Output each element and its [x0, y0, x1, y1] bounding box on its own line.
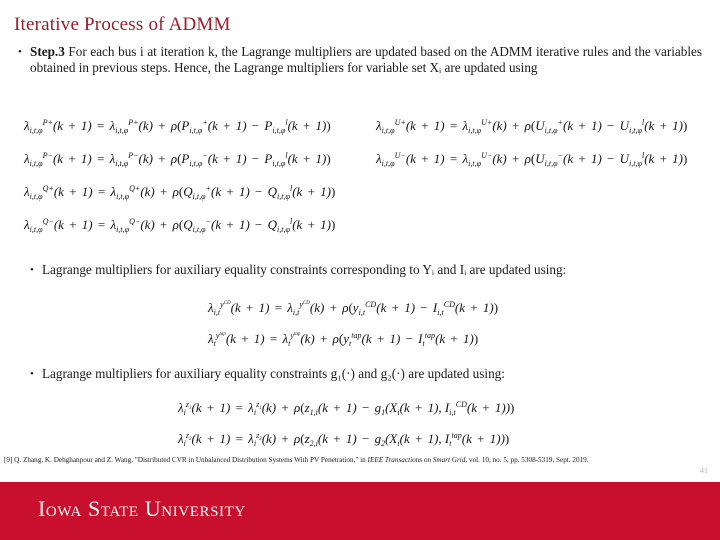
bullet-marker: •	[18, 46, 22, 58]
citation-post: , vol. 10, no. 5, pp. 5308-5319, Sept. 2…	[465, 456, 589, 464]
equation-lambda-y-CD: λi,tyCD(k + 1) = λi,tyCD(k) + ρ(yi,tCD(k…	[208, 300, 499, 317]
equation-row: λi,t,φQ+(k + 1) = λi,t,φQ+(k) + ρ(Qi,t,φ…	[24, 184, 714, 217]
equation-block-lagrange-multipliers: λi,t,φP+(k + 1) = λi,t,φP+(k) + ρ(Pi,t,φ…	[24, 118, 714, 250]
equation-lambda-Q-minus: λi,t,φQ−(k + 1) = λi,t,φQ−(k) + ρ(Qi,t,φ…	[24, 217, 336, 234]
bullet-auxiliary-YI-text: Lagrange multipliers for auxiliary equal…	[42, 262, 567, 277]
equation-block-auxiliary-YI: λi,tyCD(k + 1) = λi,tyCD(k) + ρ(yi,tCD(k…	[208, 300, 498, 362]
bullet-step3-lead: Step.3	[30, 44, 65, 59]
equation-row: λi,tyCD(k + 1) = λi,tyCD(k) + ρ(yi,tCD(k…	[208, 300, 498, 331]
bullet-auxiliary-g1-g2: • Lagrange multipliers for auxiliary equ…	[30, 366, 706, 382]
equation-lambda-U-minus: λi,t,φU−(k + 1) = λi,t,φU−(k) + ρ(Ui,t,φ…	[376, 151, 688, 168]
equation-row: λtytap(k + 1) = λtytap(k) + ρ(yttap(k + …	[208, 331, 498, 362]
bullet-marker: •	[30, 264, 34, 276]
slide-canvas: Iterative Process of ADMM • Step.3 For e…	[0, 0, 720, 540]
page-title: Iterative Process of ADMM	[14, 14, 231, 35]
bullet-marker: •	[30, 368, 34, 380]
equation-lambda-U-plus: λi,t,φU+(k + 1) = λi,t,φU+(k) + ρ(Ui,t,φ…	[376, 118, 688, 135]
equation-row: λi,t,φP+(k + 1) = λi,t,φP+(k) + ρ(Pi,t,φ…	[24, 118, 714, 151]
page-number: 41	[700, 466, 708, 475]
bullet-step3-text: Step.3 For each bus i at iteration k, th…	[30, 44, 702, 75]
bullet-auxiliary-YI: • Lagrange multipliers for auxiliary equ…	[30, 262, 706, 278]
iowa-state-university-wordmark: Iowa State University	[38, 496, 246, 521]
bullet-step3-body: For each bus i at iteration k, the Lagra…	[30, 44, 702, 75]
equation-lambda-z2: λiz2(k + 1) = λiz2(k) + ρ(z2,i(k + 1) − …	[178, 431, 510, 448]
citation-journal: IEEE Transactions on Smart Grid	[367, 456, 466, 464]
equation-row: λiz1(k + 1) = λiz1(k) + ρ(z1,i(k + 1) − …	[178, 400, 514, 431]
equation-row: λi,t,φQ−(k + 1) = λi,t,φQ−(k) + ρ(Qi,t,φ…	[24, 217, 714, 250]
equation-row: λi,t,φP−(k + 1) = λi,t,φP−(k) + ρ(Pi,t,φ…	[24, 151, 714, 184]
equation-lambda-P-minus: λi,t,φP−(k + 1) = λi,t,φP−(k) + ρ(Pi,t,φ…	[24, 151, 331, 168]
equation-lambda-P-plus: λi,t,φP+(k + 1) = λi,t,φP+(k) + ρ(Pi,t,φ…	[24, 118, 331, 135]
equation-lambda-z1: λiz1(k + 1) = λiz1(k) + ρ(z1,i(k + 1) − …	[178, 400, 515, 417]
equation-lambda-Q-plus: λi,t,φQ+(k + 1) = λi,t,φQ+(k) + ρ(Qi,t,φ…	[24, 184, 336, 201]
equation-lambda-y-tap: λtytap(k + 1) = λtytap(k) + ρ(yttap(k + …	[208, 331, 479, 348]
citation-pre: [9] Q. Zhang, K. Dehghanpour and Z. Wang…	[4, 456, 368, 464]
brand-band: Iowa State University	[0, 482, 720, 540]
bullet-auxiliary-g1-g2-text: Lagrange multipliers for auxiliary equal…	[42, 366, 505, 381]
citation-footnote: [9] Q. Zhang, K. Dehghanpour and Z. Wang…	[4, 456, 704, 466]
equation-block-auxiliary-g: λiz1(k + 1) = λiz1(k) + ρ(z1,i(k + 1) − …	[178, 400, 514, 462]
bullet-step3: • Step.3 For each bus i at iteration k, …	[18, 44, 708, 75]
